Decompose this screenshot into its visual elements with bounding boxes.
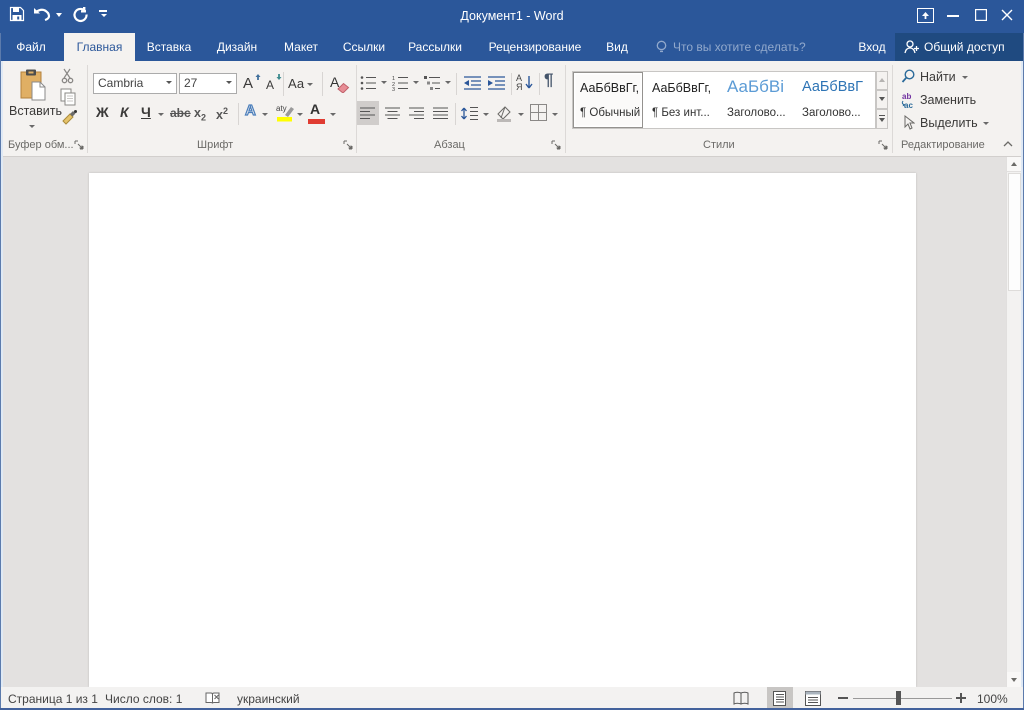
- svg-text:3: 3: [392, 87, 395, 91]
- svg-text:aty: aty: [276, 104, 287, 113]
- svg-text:ab: ab: [902, 92, 911, 101]
- svg-text:Я: Я: [516, 82, 523, 92]
- svg-text:ac: ac: [904, 101, 913, 109]
